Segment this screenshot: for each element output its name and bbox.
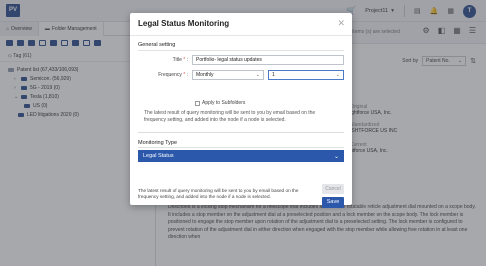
monitoring-type-value: Legal Status (143, 153, 174, 159)
save-button[interactable]: Save (322, 197, 344, 208)
frequency-select[interactable]: Monthly ⌄ (192, 70, 264, 80)
general-setting-heading: General setting (138, 42, 176, 48)
frequency-value: Monthly (196, 72, 214, 78)
frequency-day-select[interactable]: 1 ⌄ (268, 70, 344, 80)
chevron-down-icon: ⌄ (333, 153, 339, 160)
chevron-down-icon: ⌄ (255, 72, 260, 78)
checkbox[interactable] (195, 100, 200, 106)
monitoring-note: The latest result of query monitoring wi… (138, 106, 344, 133)
legal-status-monitoring-dialog: Legal Status Monitoring ✕ General settin… (130, 13, 352, 208)
footer-note: The latest result of query monitoring wi… (138, 188, 299, 199)
close-icon[interactable]: ✕ (337, 18, 345, 29)
monitoring-type-select[interactable]: Legal Status ⌄ (138, 150, 344, 162)
chevron-down-icon: ⌄ (335, 72, 340, 78)
dialog-title: Legal Status Monitoring (138, 19, 230, 28)
cancel-button[interactable]: Cancel (322, 184, 344, 194)
divider (138, 50, 344, 51)
monitoring-type-heading: Monitoring Type (138, 140, 178, 146)
title-input[interactable]: Portfolio- legal status updates (192, 55, 344, 65)
frequency-day-value: 1 (272, 72, 275, 78)
divider (138, 147, 344, 148)
title-field-label: Title * : (172, 57, 188, 63)
frequency-field-label: Frequency * : (158, 72, 188, 78)
divider (130, 35, 352, 36)
